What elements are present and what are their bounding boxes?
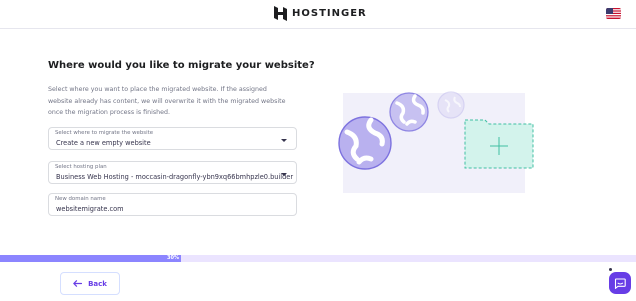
back-button[interactable]: Back bbox=[60, 272, 120, 295]
migrate-target-select[interactable]: Select where to migrate the website Crea… bbox=[48, 127, 297, 150]
migration-step-panel: Where would you like to migrate your web… bbox=[0, 30, 636, 255]
hosting-plan-select[interactable]: Select hosting plan Business Web Hosting… bbox=[48, 161, 297, 184]
notification-dot-icon bbox=[609, 268, 612, 271]
migrate-target-label: Select where to migrate the website bbox=[55, 130, 154, 136]
migration-illustration bbox=[338, 91, 534, 193]
us-flag-icon[interactable] bbox=[606, 8, 621, 19]
hostinger-logo[interactable]: HOSTINGER bbox=[274, 6, 367, 21]
hostinger-logo-icon bbox=[274, 6, 287, 21]
hosting-plan-value: Business Web Hosting - moccasin-dragonfl… bbox=[56, 173, 294, 181]
globe-icon-large bbox=[338, 116, 392, 170]
back-button-label: Back bbox=[88, 279, 107, 288]
chevron-down-icon bbox=[281, 173, 287, 176]
migrate-target-value: Create a new empty website bbox=[56, 139, 151, 147]
arrow-left-icon bbox=[73, 280, 83, 287]
domain-name-value: websitemigrate.com bbox=[56, 205, 124, 213]
globe-icon-faded bbox=[437, 91, 465, 119]
progress-label: 30% bbox=[167, 255, 179, 261]
page-description: Select where you want to place the migra… bbox=[48, 86, 286, 116]
page-title: Where would you like to migrate your web… bbox=[48, 60, 315, 71]
chat-button[interactable] bbox=[609, 272, 631, 294]
globe-icon-medium bbox=[389, 92, 429, 132]
progress-fill bbox=[0, 255, 181, 262]
chat-bubble-icon bbox=[614, 277, 626, 289]
brand-name: HOSTINGER bbox=[292, 8, 367, 19]
hosting-plan-label: Select hosting plan bbox=[55, 164, 107, 170]
footer-bar: Back bbox=[0, 262, 636, 301]
top-bar: HOSTINGER bbox=[0, 0, 636, 29]
folder-plus-icon bbox=[464, 119, 534, 169]
domain-name-label: New domain name bbox=[55, 196, 106, 202]
progress-bar: 30% bbox=[0, 255, 636, 262]
chevron-down-icon bbox=[281, 139, 287, 142]
domain-name-field[interactable]: New domain name websitemigrate.com bbox=[48, 193, 297, 216]
